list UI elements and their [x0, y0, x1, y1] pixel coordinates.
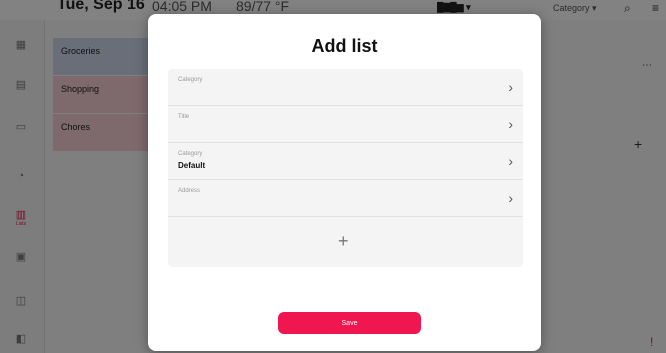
field-label: Address: [178, 188, 201, 194]
field-address[interactable]: Address ›: [168, 180, 523, 217]
add-field-row[interactable]: +: [168, 219, 523, 267]
dialog-title: Add list: [311, 36, 378, 56]
field-value: Default: [178, 161, 206, 170]
chevron-right-icon: ›: [508, 116, 513, 132]
field-title[interactable]: Title ›: [168, 106, 523, 143]
field-label: Title: [178, 114, 190, 120]
chevron-right-icon: ›: [508, 153, 513, 169]
field-category-top[interactable]: Category ›: [168, 69, 523, 106]
plus-icon[interactable]: +: [338, 231, 349, 252]
save-button[interactable]: Save: [278, 312, 421, 334]
form-block: Category › Title › Category Default › Ad…: [168, 69, 523, 267]
chevron-right-icon: ›: [508, 190, 513, 206]
add-list-dialog: Add list Category › Title › Category Def…: [148, 14, 541, 351]
field-category[interactable]: Category Default ›: [168, 143, 523, 180]
field-label: Category: [178, 77, 203, 83]
field-label: Category: [178, 151, 203, 157]
chevron-right-icon: ›: [508, 79, 513, 95]
